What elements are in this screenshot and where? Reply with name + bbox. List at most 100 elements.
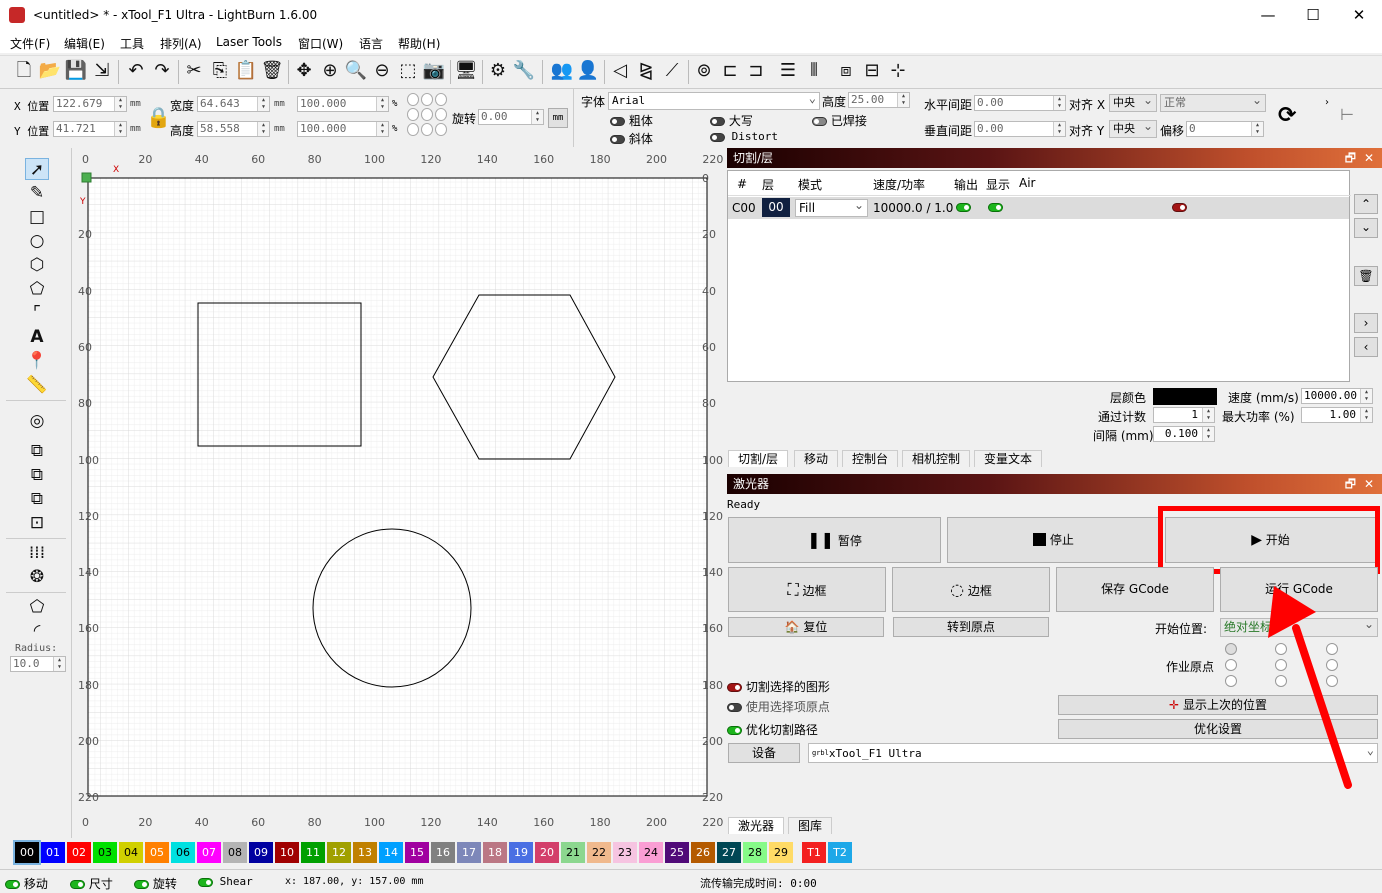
palette-color-26[interactable]: 26 [691, 842, 715, 863]
palette-color-04[interactable]: 04 [119, 842, 143, 863]
circle-frame-button[interactable]: ◌ 边框 [892, 567, 1050, 612]
position-tool-icon[interactable]: 📍 [25, 350, 49, 372]
export-icon[interactable]: ⇲ [90, 59, 114, 83]
tab-move[interactable]: 移动 [794, 450, 839, 467]
palette-color-18[interactable]: 18 [483, 842, 507, 863]
palette-color-15[interactable]: 15 [405, 842, 429, 863]
palette-color-22[interactable]: 22 [587, 842, 611, 863]
paste-icon[interactable]: 📋 [234, 59, 258, 83]
cut-selected-toggle[interactable]: 切割选择的图形 [727, 678, 830, 695]
boolean-intersect-icon[interactable]: ⧉ [25, 488, 49, 510]
polygon-tool-icon[interactable]: ⬡ [25, 254, 49, 276]
unit-toggle-button[interactable]: mm [548, 108, 568, 128]
refresh-icon[interactable]: ⟳ [1278, 103, 1296, 128]
panel-toggle-icon[interactable]: ⊢ [1340, 105, 1354, 124]
save-gcode-button[interactable]: 保存 GCode [1056, 567, 1214, 612]
settings-icon[interactable]: ⚙ [486, 59, 510, 83]
move-layer-down-button[interactable]: ⌄ [1354, 218, 1378, 238]
font-select[interactable]: Arial [608, 90, 820, 110]
tab-cut-layers[interactable]: 切割/层 [728, 450, 789, 467]
optimize-path-toggle[interactable]: 优化切割路径 [727, 721, 818, 738]
rotate-toggle[interactable]: 旋转 [134, 875, 177, 892]
laser-float-icon[interactable]: 🗗 [1345, 474, 1356, 494]
palette-color-21[interactable]: 21 [561, 842, 585, 863]
align-y-select[interactable]: 中央 [1109, 118, 1157, 138]
select-tool-icon[interactable]: ➚ [25, 158, 49, 180]
palette-color-10[interactable]: 10 [275, 842, 299, 863]
scale-y-input[interactable]: 100.000 [297, 121, 389, 137]
expand-right-icon[interactable]: › [1325, 97, 1329, 108]
offset-tool-icon[interactable]: ◎ [25, 410, 49, 432]
stop-button[interactable]: 停止 [947, 517, 1160, 563]
boolean-subtract-icon[interactable]: ⧉ [25, 464, 49, 486]
canvas-area[interactable]: X Y 0 0 20 20 40 40 60 60 80 80 100 100 120 120 140 140… [72, 148, 723, 836]
align-icon[interactable]: ⊏ [718, 59, 742, 83]
palette-color-27[interactable]: 27 [717, 842, 741, 863]
menu-language[interactable]: 语言 [359, 35, 383, 52]
radius-input[interactable]: 10.0 [10, 656, 66, 672]
panel-close-icon[interactable]: ✕ [1364, 148, 1374, 168]
palette-color-25[interactable]: 25 [665, 842, 689, 863]
rotate-input[interactable]: 0.00 [478, 109, 544, 125]
circular-array-icon[interactable]: ❂ [25, 566, 49, 588]
tab-laser[interactable]: 激光器 [728, 817, 785, 834]
welded-toggle[interactable]: 已焊接 [812, 112, 867, 129]
palette-color-06[interactable]: 06 [171, 842, 195, 863]
width-input[interactable]: 64.643 [197, 96, 270, 112]
move-toggle[interactable]: 移动 [5, 875, 48, 892]
tab-variable-text[interactable]: 变量文本 [974, 450, 1043, 467]
open-file-icon[interactable]: 📂 [38, 59, 62, 83]
boolean-union-icon[interactable]: ⧉ [25, 440, 49, 462]
interval-input[interactable]: 0.100 [1153, 426, 1215, 442]
delete-layer-button[interactable]: 🗑 [1354, 266, 1378, 286]
menu-laser-tools[interactable]: Laser Tools [216, 35, 282, 49]
cut-icon[interactable]: ✂ [182, 59, 206, 83]
zoom-page-icon[interactable]: ⬚ [396, 59, 420, 83]
align-center-icon[interactable]: ⊐ [744, 59, 768, 83]
laser-close-icon[interactable]: ✕ [1364, 474, 1374, 494]
flip-horizontal-icon[interactable]: ◁ [608, 59, 632, 83]
menu-arrange[interactable]: 排列(A) [160, 35, 202, 52]
device-button[interactable]: 设备 [728, 743, 800, 763]
table-row[interactable]: C00 00 Fill 10000.0 / 1.0 [728, 197, 1349, 219]
scale-x-input[interactable]: 100.000 [297, 96, 389, 112]
text-tool-icon[interactable]: A [25, 326, 49, 348]
zoom-in-icon[interactable]: ⊕ [318, 59, 342, 83]
hspace-input[interactable]: 0.00 [974, 95, 1066, 111]
palette-color-05[interactable]: 05 [145, 842, 169, 863]
frame-tool-icon[interactable]: ⌜ [25, 302, 49, 324]
palette-color-19[interactable]: 19 [509, 842, 533, 863]
ungroup-icon[interactable]: 👤 [576, 59, 600, 83]
zoom-out-icon[interactable]: ⊖ [370, 59, 394, 83]
menu-help[interactable]: 帮助(H) [398, 35, 440, 52]
pen-tool-icon[interactable]: ✎ [25, 182, 49, 204]
distribute-h-icon[interactable]: ☰ [776, 59, 800, 83]
palette-color-23[interactable]: 23 [613, 842, 637, 863]
vspace-input[interactable]: 0.00 [974, 121, 1066, 137]
offset-input[interactable]: 0 [1186, 121, 1264, 137]
move-layer-up-button[interactable]: ⌃ [1354, 194, 1378, 214]
center-icon[interactable]: ⊹ [886, 59, 910, 83]
bold-toggle[interactable]: 粗体 [610, 112, 653, 129]
speed-input[interactable]: 10000.00 [1301, 388, 1373, 404]
minimize-button[interactable]: — [1245, 0, 1291, 31]
measure-tool-icon[interactable]: 📏 [25, 374, 49, 396]
menu-tools[interactable]: 工具 [120, 35, 144, 52]
palette-color-28[interactable]: 28 [743, 842, 767, 863]
monitor-icon[interactable]: 🖥 [454, 59, 478, 83]
y-position-input[interactable]: 41.721 [53, 121, 127, 137]
upper-toggle[interactable]: 大写 [710, 112, 753, 129]
camera-icon[interactable]: 📷 [422, 59, 446, 83]
save-file-icon[interactable]: 💾 [64, 59, 88, 83]
palette-color-07[interactable]: 07 [197, 842, 221, 863]
group-icon[interactable]: 👥 [550, 59, 574, 83]
home-button[interactable]: 🏠 复位 [728, 617, 884, 637]
italic-toggle[interactable]: 斜体 [610, 130, 653, 147]
palette-color-03[interactable]: 03 [93, 842, 117, 863]
row-layer-swatch[interactable]: 00 [762, 198, 790, 217]
palette-color-20[interactable]: 20 [535, 842, 559, 863]
pause-button[interactable]: ❚❚ 暂停 [728, 517, 941, 563]
origin-radio-bl[interactable] [1225, 675, 1237, 687]
menu-window[interactable]: 窗口(W) [298, 35, 343, 52]
new-file-icon[interactable]: 🗋 [12, 59, 36, 83]
